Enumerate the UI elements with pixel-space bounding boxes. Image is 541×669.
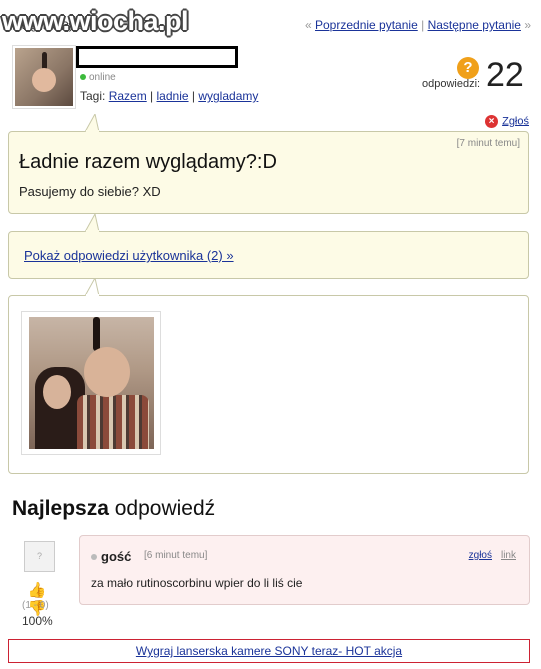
question-body: Pasujemy do siebie? XD <box>19 184 161 199</box>
answer-author: gość <box>101 549 132 564</box>
question-title: Ładnie razem wyglądamy?:D <box>19 151 277 173</box>
best-answer-heading-bold: Najlepsza <box>12 497 109 520</box>
report-link[interactable]: Zgłoś <box>502 115 529 127</box>
answer-time: [6 minut temu] <box>144 550 208 561</box>
online-status: online <box>80 72 116 83</box>
best-answer-bubble: gość [6 minut temu] zgłoś link za mało r… <box>79 535 530 605</box>
question-navigation: « Poprzednie pytanie | Następne pytanie … <box>305 18 531 32</box>
question-time: [7 minut temu] <box>456 138 520 149</box>
thumb-up-icon[interactable]: 👍 <box>28 581 47 599</box>
question-photo-frame[interactable] <box>21 311 161 455</box>
image-bubble <box>8 278 529 474</box>
photo-face-right <box>84 347 130 397</box>
question-bubble: [7 minut temu] Ładnie razem wyglądamy?:D… <box>8 114 529 214</box>
avatar-photo <box>15 48 73 106</box>
site-watermark: www.wiocha.pl <box>2 6 189 36</box>
tag-link[interactable]: wygladamy <box>198 89 258 103</box>
report-answer-link[interactable]: zgłoś <box>469 550 492 561</box>
vote-buttons: 👍 👎 <box>17 581 57 617</box>
answers-count: 22 <box>486 56 524 94</box>
tags-line: Tagi: Razem | ladnie | wygladamy <box>80 89 259 103</box>
report-question[interactable]: × Zgłoś <box>485 115 529 128</box>
prev-arrow: « <box>304 18 312 32</box>
show-user-answers-link[interactable]: Pokaż odpowiedzi użytkownika (2) » <box>24 248 234 263</box>
next-question-link[interactable]: Następne pytanie <box>428 18 521 32</box>
user-avatar[interactable] <box>12 45 76 109</box>
tags-label: Tagi: <box>80 89 106 103</box>
photo-hair-right <box>93 317 100 351</box>
online-label: online <box>89 72 116 83</box>
bubble-tail <box>85 214 100 232</box>
bubble-tail <box>85 278 100 296</box>
answer-avatar: ? <box>24 541 55 572</box>
report-icon: × <box>485 115 499 128</box>
question-photo <box>29 317 154 449</box>
promo-banner: Wygraj lanserska kamere SONY teraz- HOT … <box>8 639 530 663</box>
question-mark-icon: ? <box>457 57 479 79</box>
promo-link[interactable]: Wygraj lanserska kamere SONY teraz- HOT … <box>136 644 402 658</box>
photo-face-left <box>43 375 71 409</box>
redacted-username <box>76 46 238 68</box>
answers-label: odpowiedzi: <box>422 78 481 90</box>
tag-link[interactable]: Razem <box>109 89 147 103</box>
photo-shirt-right <box>77 395 149 449</box>
previous-question-link[interactable]: Poprzednie pytanie <box>315 18 418 32</box>
vote-count: (1 - 0) <box>22 600 49 611</box>
user-answers-bubble: Pokaż odpowiedzi użytkownika (2) » <box>8 214 529 279</box>
bubble-tail <box>85 114 100 132</box>
answer-permalink[interactable]: link <box>501 550 516 561</box>
answer-text: za mało rutinoscorbinu wpier do li liś c… <box>91 576 303 590</box>
best-answer-heading: Najlepsza odpowiedź <box>12 497 215 521</box>
tag-link[interactable]: ladnie <box>157 89 189 103</box>
nav-separator: | <box>421 18 425 32</box>
online-dot-icon <box>80 74 86 81</box>
author-dot-icon <box>91 554 97 560</box>
best-answer-heading-rest: odpowiedź <box>108 497 216 520</box>
vote-percent: 100% <box>22 614 53 628</box>
next-arrow: » <box>524 18 531 32</box>
